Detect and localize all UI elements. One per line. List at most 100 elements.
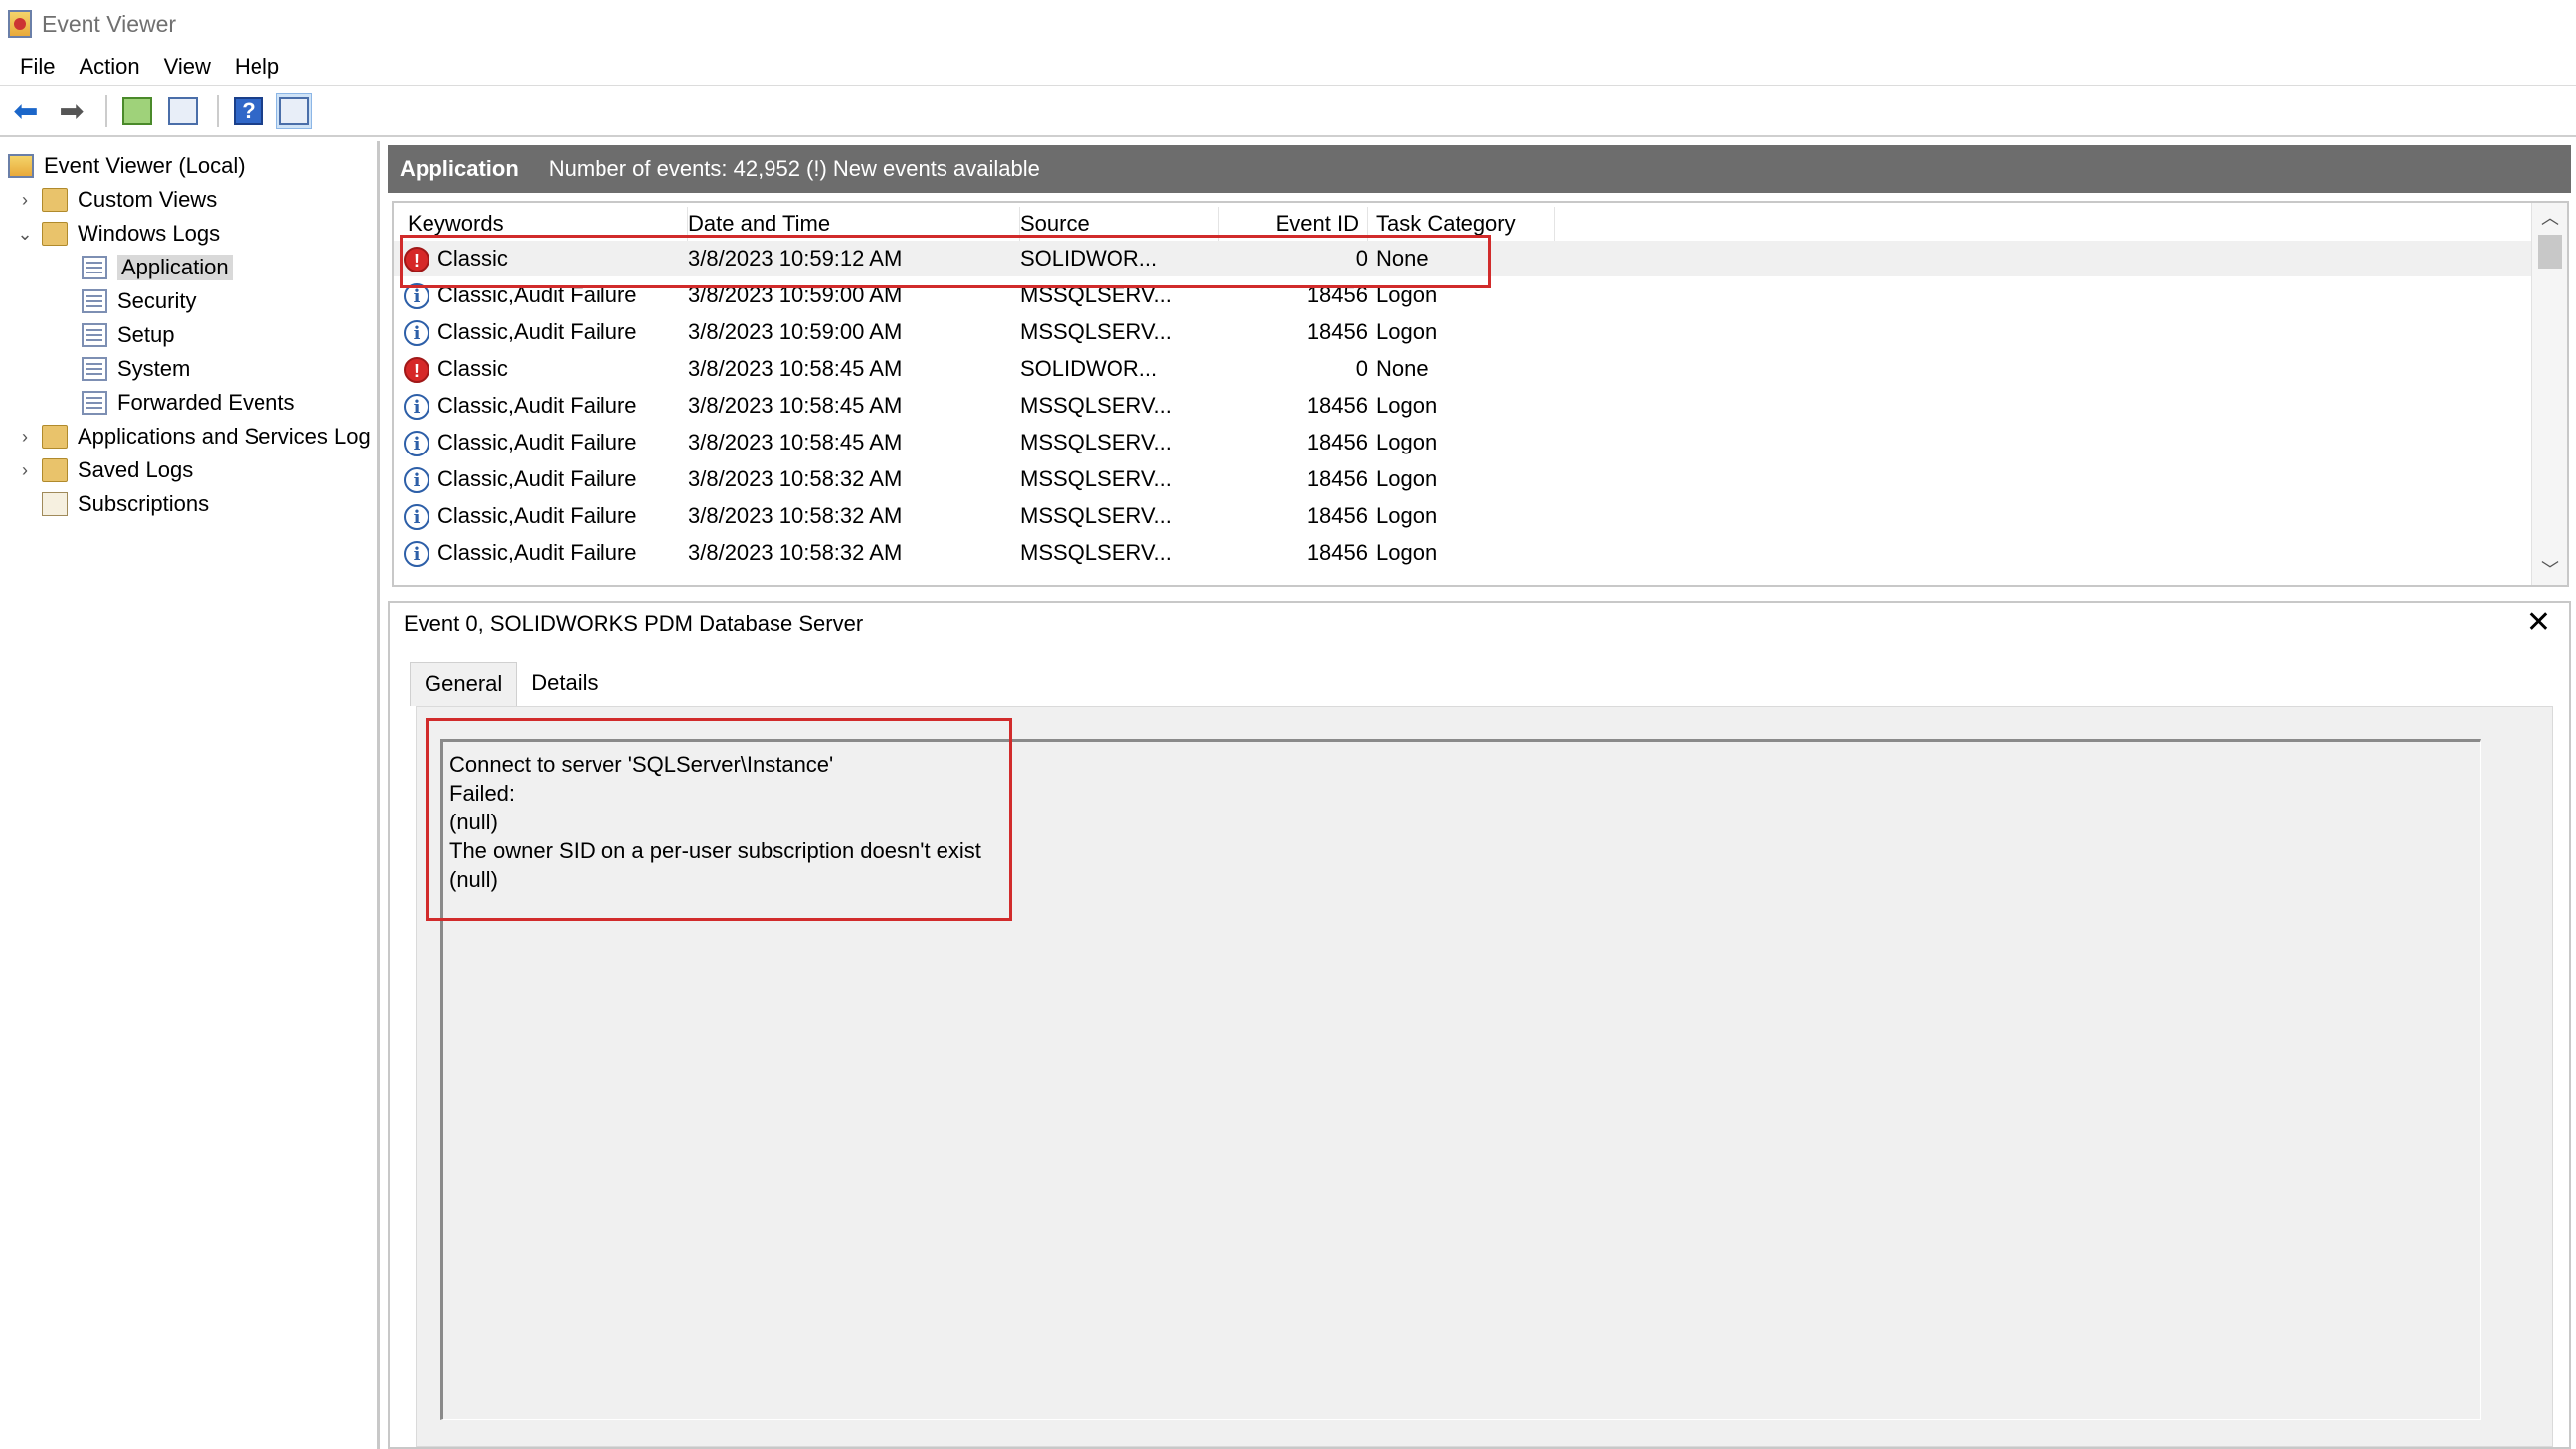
cell-source: MSSQLSERV... — [1020, 393, 1172, 418]
log-file-icon — [82, 357, 107, 381]
detail-tabs: General Details — [410, 662, 612, 706]
cell-event-id: 18456 — [1306, 319, 1368, 344]
cell-keywords: Classic,Audit Failure — [437, 503, 637, 528]
cell-task-category: Logon — [1376, 466, 1438, 491]
title-bar: Event Viewer — [0, 0, 2576, 48]
cell-keywords: Classic,Audit Failure — [437, 540, 637, 565]
scroll-down-icon[interactable]: ﹀ — [2532, 555, 2567, 585]
cell-event-id: 18456 — [1306, 540, 1368, 565]
event-row[interactable]: i Classic,Audit Failure 3/8/2023 10:58:45 … — [394, 388, 2531, 424]
chevron-right-icon[interactable]: › — [14, 427, 36, 448]
cell-event-id: 18456 — [1306, 393, 1368, 418]
cell-date-time: 3/8/2023 10:58:45 AM — [688, 393, 903, 418]
folder-icon — [42, 188, 68, 212]
show-hide-console-tree-icon[interactable] — [165, 93, 201, 129]
tab-details[interactable]: Details — [517, 662, 611, 706]
subscriptions-icon — [42, 492, 68, 516]
chevron-down-icon[interactable]: ⌄ — [14, 224, 36, 245]
menu-file[interactable]: File — [8, 54, 67, 80]
cell-event-id: 18456 — [1306, 430, 1368, 454]
tree-item-windows-logs[interactable]: ⌄ Windows Logs — [14, 217, 220, 251]
vertical-scrollbar[interactable]: ︿ ﹀ — [2531, 203, 2567, 585]
cell-task-category: Logon — [1376, 319, 1438, 344]
cell-task-category: Logon — [1376, 540, 1438, 565]
information-icon: i — [404, 394, 429, 420]
cell-date-time: 3/8/2023 10:58:32 AM — [688, 540, 903, 565]
cell-date-time: 3/8/2023 10:58:45 AM — [688, 356, 903, 381]
event-row[interactable]: i Classic,Audit Failure 3/8/2023 10:59:00 … — [394, 314, 2531, 350]
toolbar-separator — [105, 95, 107, 127]
tree-item-saved-logs[interactable]: › Saved Logs — [14, 453, 193, 487]
chevron-right-icon[interactable]: › — [14, 190, 36, 211]
cell-keywords: Classic,Audit Failure — [437, 393, 637, 418]
chevron-right-icon[interactable]: › — [14, 460, 36, 481]
menu-action[interactable]: Action — [67, 54, 151, 80]
cell-task-category: Logon — [1376, 430, 1438, 454]
log-file-icon — [82, 256, 107, 279]
tree-item-custom-views[interactable]: › Custom Views — [14, 183, 217, 217]
up-folder-icon[interactable] — [119, 93, 155, 129]
cell-keywords: Classic,Audit Failure — [437, 466, 637, 491]
log-header-bar: Application Number of events: 42,952 (!)… — [388, 145, 2571, 193]
folder-icon — [42, 425, 68, 449]
tree-root[interactable]: Event Viewer (Local) — [8, 149, 246, 183]
cell-source: SOLIDWOR... — [1020, 356, 1158, 381]
information-icon: i — [404, 320, 429, 346]
highlight-box-selected-event — [400, 235, 1491, 288]
cell-date-time: 3/8/2023 10:59:00 AM — [688, 319, 903, 344]
cell-source: MSSQLSERV... — [1020, 319, 1172, 344]
cell-date-time: 3/8/2023 10:58:45 AM — [688, 430, 903, 454]
toolbar: ⬅ ➡ ? — [0, 88, 2576, 137]
tree-item-setup[interactable]: Setup — [82, 318, 175, 352]
cell-keywords: Classic,Audit Failure — [437, 430, 637, 454]
event-viewer-app-icon — [8, 10, 32, 38]
error-icon: ! — [404, 357, 429, 383]
folder-icon — [42, 458, 68, 482]
event-viewer-icon — [8, 154, 34, 178]
cell-source: MSSQLSERV... — [1020, 430, 1172, 454]
folder-icon — [42, 222, 68, 246]
toolbar-separator — [217, 95, 219, 127]
cell-task-category: Logon — [1376, 503, 1438, 528]
cell-source: MSSQLSERV... — [1020, 503, 1172, 528]
tree-item-applications-services[interactable]: › Applications and Services Log — [14, 420, 371, 453]
tree-item-application[interactable]: Application — [82, 251, 233, 284]
help-icon[interactable]: ? — [231, 93, 266, 129]
window-title: Event Viewer — [42, 10, 177, 37]
menu-help[interactable]: Help — [223, 54, 291, 80]
scroll-thumb[interactable] — [2538, 235, 2562, 269]
cell-keywords: Classic — [437, 356, 508, 381]
cell-event-id: 18456 — [1306, 503, 1368, 528]
tab-general[interactable]: General — [410, 662, 518, 706]
console-tree: Event Viewer (Local) › Custom Views ⌄ Wi… — [0, 141, 380, 1449]
close-icon[interactable]: ✕ — [2526, 605, 2551, 639]
event-row[interactable]: i Classic,Audit Failure 3/8/2023 10:58:32 … — [394, 461, 2531, 497]
cell-task-category: Logon — [1376, 393, 1438, 418]
cell-task-category: None — [1376, 356, 1429, 381]
information-icon: i — [404, 504, 429, 530]
cell-keywords: Classic,Audit Failure — [437, 319, 637, 344]
back-arrow-icon[interactable]: ⬅ — [8, 93, 44, 129]
event-row[interactable]: i Classic,Audit Failure 3/8/2023 10:58:45 … — [394, 425, 2531, 460]
scroll-up-icon[interactable]: ︿ — [2532, 203, 2567, 233]
cell-date-time: 3/8/2023 10:58:32 AM — [688, 466, 903, 491]
tree-item-security[interactable]: Security — [82, 284, 196, 318]
log-file-icon — [82, 323, 107, 347]
menu-bar: File Action View Help — [0, 48, 2576, 86]
detail-title: Event 0, SOLIDWORKS PDM Database Server — [404, 611, 864, 635]
highlight-box-message — [426, 718, 1012, 921]
event-row[interactable]: i Classic,Audit Failure 3/8/2023 10:58:32 … — [394, 535, 2531, 571]
menu-view[interactable]: View — [152, 54, 223, 80]
tree-item-system[interactable]: System — [82, 352, 190, 386]
forward-arrow-icon[interactable]: ➡ — [54, 93, 89, 129]
show-hide-action-pane-icon[interactable] — [276, 93, 312, 129]
information-icon: i — [404, 431, 429, 456]
tree-item-forwarded-events[interactable]: Forwarded Events — [82, 386, 295, 420]
log-name: Application — [400, 156, 519, 181]
event-row[interactable]: i Classic,Audit Failure 3/8/2023 10:58:32 … — [394, 498, 2531, 534]
cell-source: MSSQLSERV... — [1020, 540, 1172, 565]
log-file-icon — [82, 289, 107, 313]
log-file-icon — [82, 391, 107, 415]
event-row[interactable]: ! Classic 3/8/2023 10:58:45 AM SOLIDWOR... 0… — [394, 351, 2531, 387]
tree-item-subscriptions[interactable]: Subscriptions — [42, 487, 209, 521]
